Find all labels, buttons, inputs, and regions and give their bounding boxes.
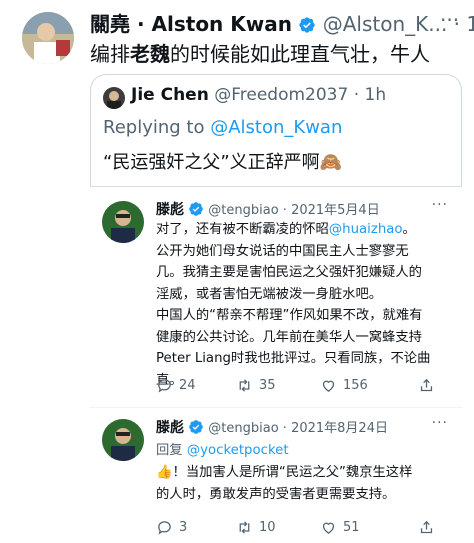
body-line: 健康的公共讨论。几年前在美华人一窝蜂支持 <box>156 329 422 345</box>
retweet-action: 35 <box>236 377 276 394</box>
tweet-text-part: 编排 <box>90 42 130 66</box>
body-line: 的人时，勇敢发声的受害者更需要支持。 <box>156 486 396 502</box>
screenshot-tweet-header: 滕彪 @tengbiao · 2021年5月4日 <box>156 199 380 219</box>
heart-icon <box>322 380 335 392</box>
screenshot-action-bar: 3 10 51 <box>156 519 446 539</box>
reply-icon <box>158 521 171 535</box>
reply-prefix: 回复 <box>156 443 183 458</box>
verified-badge-icon <box>189 202 203 216</box>
more-options-icon: ··· <box>431 415 448 431</box>
mention-link: @huaizhao <box>328 222 403 237</box>
separator-dot: · <box>353 85 360 105</box>
replying-to: Replying to @Alston_Kwan <box>103 117 342 138</box>
author-handle[interactable]: @Alston_K... <box>323 12 448 36</box>
screenshot-tweet-date: 2021年5月4日 <box>291 203 380 218</box>
reply-count: 3 <box>179 520 188 535</box>
quoted-tweet-text: “民运强奸之父”义正辞严啊🙈 <box>103 152 343 173</box>
screenshot-author-name: 滕彪 <box>156 420 184 436</box>
tweet-image-screenshot[interactable]: 滕彪 @tengbiao · 2021年5月4日 ··· 对了，还有被不断霸凌的… <box>90 186 462 543</box>
body-line: 淫威，或者害怕无端被泼一身脏水吧。 <box>156 286 383 302</box>
screenshot-author-handle: @tengbiao <box>208 421 279 436</box>
screenshot-avatar <box>102 419 144 461</box>
body-line: 几。我猜主要是害怕民运之父强奸犯嫌疑人的 <box>156 265 422 280</box>
retweet-icon <box>239 379 250 392</box>
tweet-header: 關堯 · Alston Kwan @Alston_K... · 1h <box>90 8 474 37</box>
reply-count: 24 <box>179 378 196 393</box>
like-action: 51 <box>320 519 360 536</box>
replying-to-label: Replying to <box>103 117 205 138</box>
quoted-tweet-time[interactable]: 1h <box>365 85 387 105</box>
like-count: 156 <box>343 378 368 393</box>
body-line-text: 对了，还有被不断霸凌的怀昭 <box>156 222 329 237</box>
retweet-count: 35 <box>259 378 276 393</box>
tweet-divider <box>90 407 462 408</box>
separator-dot: · <box>282 203 287 218</box>
screenshot-avatar <box>102 201 144 243</box>
retweet-count: 10 <box>259 520 276 535</box>
retweet-action: 10 <box>236 519 276 536</box>
reply-handle-link: @yocketpocket <box>186 443 289 458</box>
body-line: 中国人的“帮亲不帮理”作风如果不改，就难有 <box>156 308 423 323</box>
screenshot-tweet-header: 滕彪 @tengbiao · 2021年8月24日 <box>156 417 388 437</box>
screenshot-tweet-date: 2021年8月24日 <box>291 421 388 436</box>
tweet-text: 编排老魏的时候能如此理直气壮，牛人 <box>90 38 430 67</box>
like-action: 156 <box>320 377 368 394</box>
replying-to-handle[interactable]: @Alston_Kwan <box>210 117 342 138</box>
author-avatar[interactable] <box>22 12 74 64</box>
tweet-text-bold: 老魏 <box>130 42 170 66</box>
verified-badge-icon <box>189 420 203 434</box>
quoted-tweet-header: Jie Chen @Freedom2037 · 1h <box>131 85 386 105</box>
more-options-icon: ··· <box>431 197 448 213</box>
share-icon <box>420 378 433 392</box>
share-action <box>418 519 435 536</box>
author-name[interactable]: 關堯 · Alston Kwan <box>90 12 292 36</box>
body-line: 对了，还有被不断霸凌的怀昭@huaizhao。 <box>156 219 446 241</box>
body-line: Peter Liang时我也批评过。只看同族，不论曲 <box>156 351 431 366</box>
reply-action: 3 <box>156 519 187 536</box>
like-count: 51 <box>343 520 360 535</box>
share-action <box>418 377 435 394</box>
more-options-icon[interactable]: ··· <box>440 8 459 32</box>
body-line-text: 。 <box>402 222 416 237</box>
separator-dot: · <box>282 421 287 436</box>
tweet-time[interactable]: 1h <box>466 12 474 36</box>
reply-icon <box>158 379 171 393</box>
screenshot-tweet-body: 👍！当加害人是所谓“民运之父”魏京生这样 的人时，勇敢发声的受害者更需要支持。 <box>156 462 446 505</box>
retweet-icon <box>239 521 250 534</box>
screenshot-tweet-body: 对了，还有被不断霸凌的怀昭@huaizhao。 公开为她们母女说话的中国民主人士… <box>156 219 446 391</box>
reply-action: 24 <box>156 377 196 394</box>
screenshot-reply-to: 回复 @yocketpocket <box>156 439 289 458</box>
share-icon <box>420 520 433 534</box>
quoted-author-avatar[interactable] <box>103 87 125 109</box>
body-line: 公开为她们母女说话的中国民主人士寥寥无 <box>156 243 409 259</box>
body-line: 👍！当加害人是所谓“民运之父”魏京生这样 <box>156 465 413 480</box>
screenshot-author-name: 滕彪 <box>156 202 184 218</box>
screenshot-author-handle: @tengbiao <box>208 203 279 218</box>
screenshot-action-bar: 24 35 156 <box>156 377 446 397</box>
quoted-author-handle[interactable]: @Freedom2037 <box>214 85 348 105</box>
heart-icon <box>322 522 335 534</box>
verified-badge-icon <box>299 17 316 33</box>
quoted-author-name[interactable]: Jie Chen <box>131 85 209 105</box>
tweet-text-part: 的时候能如此理直气壮，牛人 <box>170 42 430 66</box>
